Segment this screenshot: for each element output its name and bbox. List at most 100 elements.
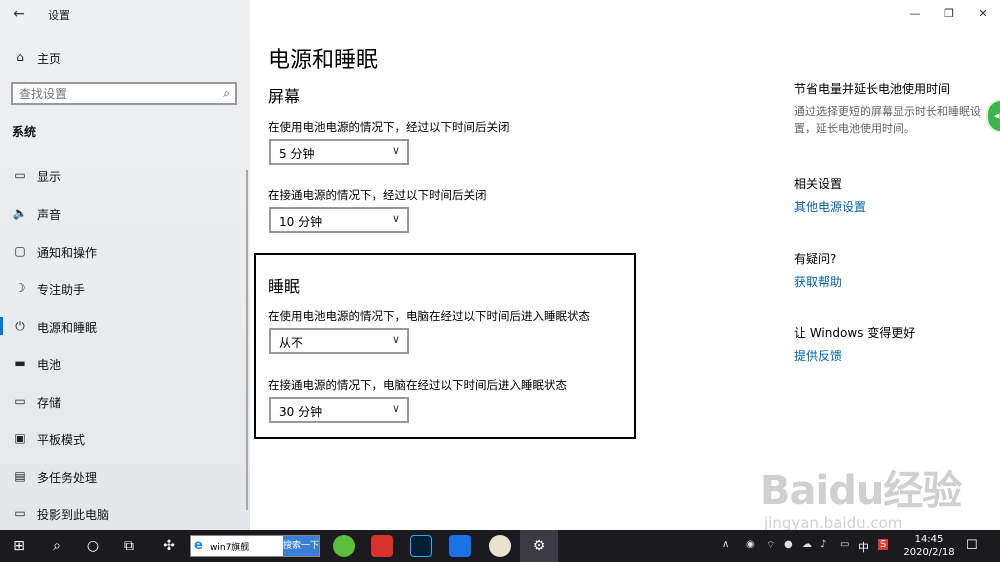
screen-battery-dropdown[interactable]: 5 分钟 ∨ [269, 139, 409, 165]
screen-plugged-dropdown[interactable]: 10 分钟 ∨ [269, 207, 409, 233]
project-icon: ▭ [14, 506, 26, 520]
help-section: 有疑问? 获取帮助 [794, 250, 842, 290]
settings-gear-icon[interactable]: ⚙ [520, 530, 558, 562]
sidebar-item[interactable]: ▤ 多任务处理 [0, 461, 250, 491]
sidebar-item-label: 专注助手 [37, 283, 86, 297]
sidebar-item[interactable]: ▣ 平板模式 [0, 423, 250, 453]
search-input[interactable] [13, 84, 203, 103]
sidebar-item[interactable]: 🔈 声音 [0, 198, 250, 228]
speaker-icon: 🔈 [12, 206, 28, 220]
search-settings-box[interactable]: ⌕ [11, 82, 237, 105]
screen-battery-label: 在使用电池电源的情况下，经过以下时间后关闭 [268, 120, 510, 134]
battery-icon: ▬ [14, 356, 26, 370]
power-icon: ⏻ [15, 319, 25, 333]
close-icon[interactable]: ✕ [966, 0, 1000, 28]
sidebar-item-label: 电池 [37, 358, 62, 372]
back-arrow-icon[interactable]: ← [10, 5, 28, 23]
sidebar-item-label: 声音 [37, 208, 62, 222]
message-icon[interactable]: ▭ [840, 539, 849, 550]
sidebar-item[interactable]: ▢ 通知和操作 [0, 236, 250, 266]
windows-start-icon[interactable]: ⊞ [0, 530, 38, 562]
tip-panel: 节省电量并延长电池使用时间 通过选择更短的屏幕显示时长和睡眠设置，延长电池使用时… [794, 80, 989, 137]
screen-plugged-label: 在接通电源的情况下，经过以下时间后关闭 [268, 188, 487, 202]
sidebar-item-label: 显示 [37, 170, 62, 184]
notification-center-icon[interactable]: ☐ [966, 538, 978, 553]
improve-title: 让 Windows 变得更好 [794, 326, 916, 340]
tip-text: 通过选择更短的屏幕显示时长和睡眠设置，延长电池使用时间。 [794, 105, 981, 135]
related-settings: 相关设置 其他电源设置 [794, 175, 866, 215]
sogou-icon[interactable]: S [878, 539, 889, 550]
taskbar-search-query[interactable]: win7旗舰 [210, 540, 249, 553]
search-icon[interactable]: ⌕ [38, 530, 76, 562]
sleep-highlight-frame [254, 253, 636, 439]
avatar-app-icon[interactable] [489, 535, 511, 557]
feedback-section: 让 Windows 变得更好 提供反馈 [794, 324, 915, 364]
clock-date: 2020/2/18 [903, 547, 955, 558]
watermark-logo: Baidu经验 [760, 468, 962, 514]
chevron-up-icon[interactable]: ∧ [722, 539, 729, 550]
sidebar: ← 设置 ⌂ 主页 ⌕ 系统 ▭ 显示 🔈 声音 ▢ 通知和操作 ☽ 专注助手 ⏻ 电源和睡眠 ▬ 电… [0, 0, 250, 530]
page-title: 电源和睡眠 [268, 48, 379, 73]
monitor-icon: ▭ [14, 168, 26, 182]
related-title: 相关设置 [794, 177, 843, 191]
browser-app-icon[interactable] [333, 535, 355, 557]
app-title: 设置 [48, 9, 70, 22]
task-view-icon[interactable]: ⧉ [110, 530, 148, 562]
baidu-watermark: Baidu经验 jingyan.baidu.com [760, 452, 985, 542]
feedback-link[interactable]: 提供反馈 [794, 347, 915, 364]
title-bar: ← 设置 [0, 0, 250, 28]
chevron-down-icon: ∨ [391, 212, 400, 225]
question-title: 有疑问? [794, 252, 837, 266]
dropdown-value: 5 分钟 [279, 147, 315, 161]
screen-section-title: 屏幕 [268, 87, 301, 106]
network-icon[interactable]: ⌔ [766, 539, 775, 552]
notification-icon: ▢ [14, 244, 26, 258]
sidebar-item-label: 投影到此电脑 [37, 508, 110, 522]
sidebar-item[interactable]: ▭ 存储 [0, 386, 250, 416]
storage-icon: ▭ [14, 394, 26, 408]
ie-icon: e [194, 538, 203, 553]
photoshop-app-icon[interactable] [410, 535, 432, 557]
clock-time: 14:45 [914, 534, 944, 545]
wps-app-icon[interactable] [371, 535, 393, 557]
multitask-icon: ▤ [14, 469, 26, 483]
sidebar-item[interactable]: ⏻ 电源和睡眠 [0, 311, 250, 341]
taskbar-search-button[interactable]: 搜索一下 [283, 536, 319, 556]
minimize-icon[interactable]: — [898, 0, 932, 28]
security-icon[interactable]: ● [784, 539, 793, 550]
nav-home-label: 主页 [37, 52, 62, 66]
sidebar-item-label: 通知和操作 [37, 246, 98, 260]
cortana-icon[interactable]: ○ [74, 530, 112, 562]
wps-office-app-icon[interactable] [449, 535, 471, 557]
pinwheel-app-icon[interactable]: ✣ [150, 530, 188, 562]
other-power-settings-link[interactable]: 其他电源设置 [794, 198, 866, 215]
search-icon[interactable]: ⌕ [223, 86, 230, 101]
sidebar-item-label: 多任务处理 [37, 471, 98, 485]
clock[interactable]: 14:45 2020/2/18 [898, 533, 960, 559]
speaker-icon[interactable]: ♪ [820, 539, 826, 550]
tablet-icon: ▣ [14, 431, 26, 445]
dropdown-value: 10 分钟 [279, 215, 323, 229]
chevron-down-icon: ∨ [391, 144, 400, 157]
sidebar-item[interactable]: ▭ 显示 [0, 160, 250, 190]
sidebar-item-label: 平板模式 [37, 433, 86, 447]
restore-icon[interactable]: ❐ [932, 0, 966, 28]
taskbar: ⊞ ⌕ ○ ⧉ ✣ e win7旗舰 搜索一下 ⚙ ∧ ◉ ⌔ ● ☁ ♪ ▭ … [0, 530, 1000, 562]
sidebar-item[interactable]: ▬ 电池 [0, 348, 250, 378]
home-icon: ⌂ [16, 50, 24, 64]
nav-home[interactable]: ⌂ 主页 [0, 45, 250, 69]
cloud-icon[interactable]: ☁ [802, 539, 812, 550]
ime-indicator[interactable]: 中 [858, 539, 869, 555]
sidebar-item[interactable]: ☽ 专注助手 [0, 273, 250, 303]
qq-icon[interactable]: ◉ [746, 539, 755, 550]
sidebar-item[interactable]: ▭ 投影到此电脑 [0, 498, 250, 528]
window-controls: — ❐ ✕ [898, 0, 1000, 28]
sidebar-scrollbar[interactable] [246, 170, 248, 510]
section-heading: 系统 [12, 125, 37, 139]
sidebar-item-label: 电源和睡眠 [37, 321, 98, 335]
moon-icon: ☽ [14, 281, 26, 295]
get-help-link[interactable]: 获取帮助 [794, 273, 842, 290]
taskbar-browser-search[interactable]: e win7旗舰 搜索一下 [190, 535, 320, 557]
sidebar-item-label: 存储 [37, 396, 62, 410]
tip-title: 节省电量并延长电池使用时间 [794, 82, 951, 96]
